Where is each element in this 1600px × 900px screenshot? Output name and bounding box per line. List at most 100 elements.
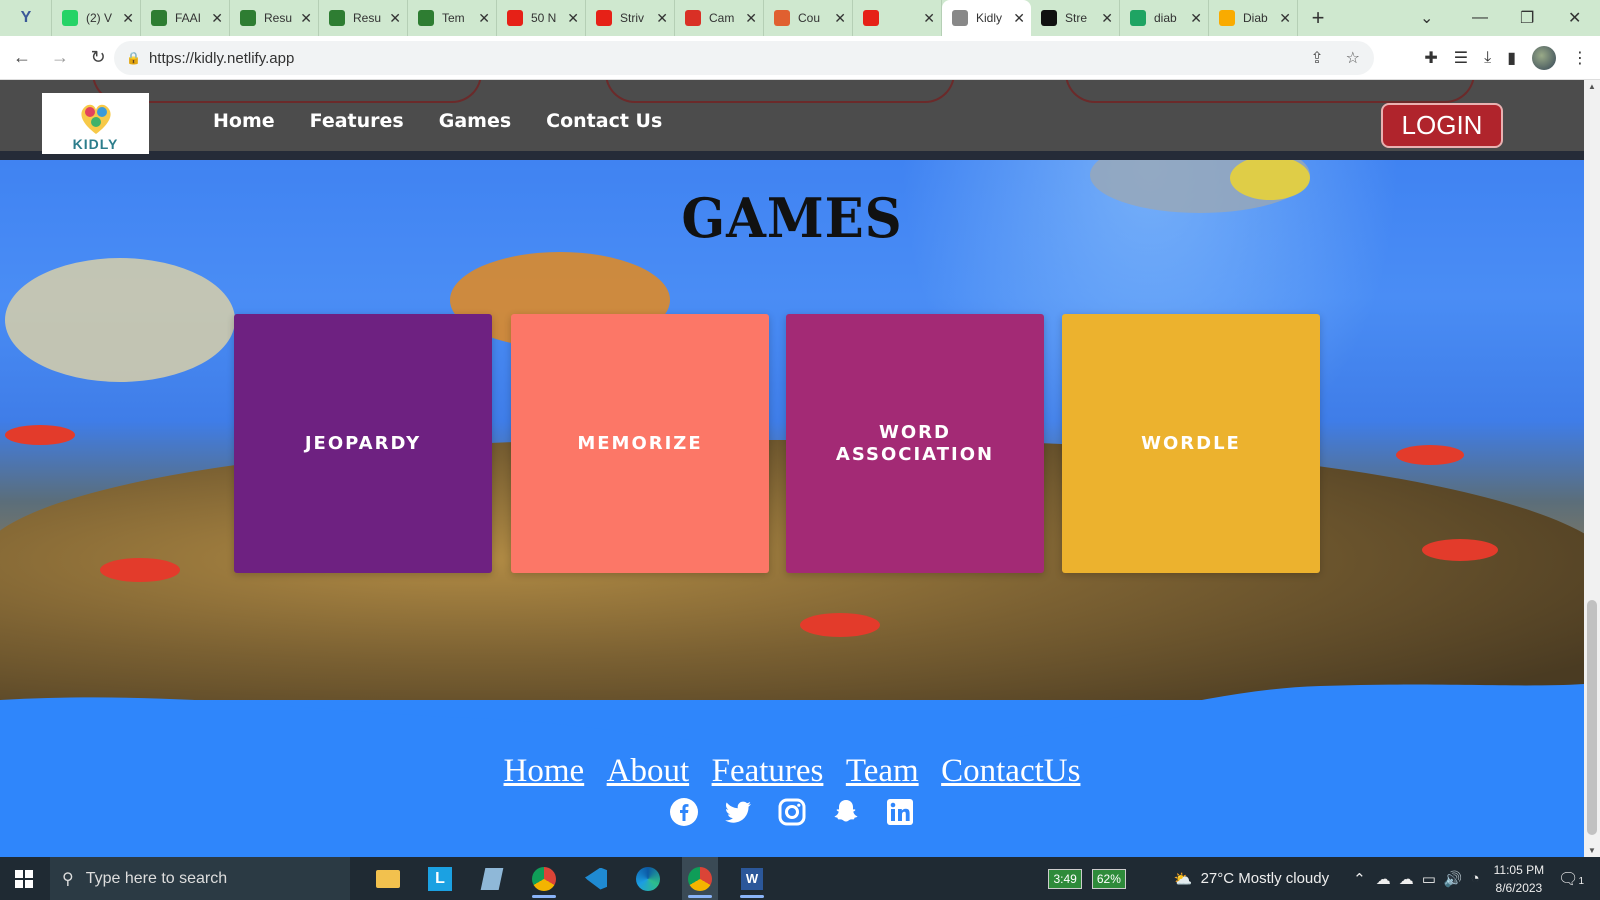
game-card-memorize[interactable]: MEMORIZE: [511, 314, 769, 573]
tab-0[interactable]: Y: [0, 0, 52, 36]
close-tab-icon[interactable]: ✕: [923, 11, 935, 25]
tab-9[interactable]: Cou ✕: [764, 0, 853, 36]
url-text[interactable]: https://kidly.netlify.app: [149, 50, 294, 67]
taskbar-clock[interactable]: 11:05 PM 8/6/2023: [1494, 861, 1544, 897]
tab-2[interactable]: FAAI ✕: [141, 0, 230, 36]
course-icon: [774, 10, 790, 26]
game-card-word-association[interactable]: WORD ASSOCIATION: [786, 314, 1044, 573]
twitter-icon[interactable]: [723, 797, 753, 827]
main-nav: Home Features Games Contact Us: [213, 110, 697, 132]
whatsapp-icon: [62, 10, 78, 26]
tab-12[interactable]: Stre ✕: [1031, 0, 1120, 36]
social-links: [0, 797, 1584, 827]
close-tab-icon[interactable]: ✕: [389, 11, 401, 25]
tab-11[interactable]: Kidly ✕: [942, 0, 1031, 36]
wifi-icon[interactable]: ◔: [1471, 870, 1480, 887]
footer-link-features[interactable]: Features: [712, 753, 824, 789]
profile-avatar[interactable]: [1532, 46, 1556, 70]
tab-14[interactable]: Diab ✕: [1209, 0, 1298, 36]
menu-icon[interactable]: ⋮: [1572, 48, 1588, 68]
weather-icon[interactable]: ⛅: [1174, 870, 1193, 888]
onedrive-icon[interactable]: ☁: [1376, 870, 1391, 888]
tray-chevron-icon[interactable]: ⌃: [1353, 870, 1366, 888]
edge-icon[interactable]: [630, 857, 666, 900]
download-icon[interactable]: ⤓: [1484, 49, 1491, 67]
close-tab-icon[interactable]: ✕: [122, 11, 134, 25]
footer-link-about[interactable]: About: [607, 753, 690, 789]
leaf-icon: [240, 10, 256, 26]
battery-icon[interactable]: ▭: [1422, 870, 1436, 888]
close-tab-icon[interactable]: ✕: [656, 11, 668, 25]
snapchat-icon[interactable]: [831, 797, 861, 827]
game-card-jeopardy[interactable]: JEOPARDY: [234, 314, 492, 573]
back-icon[interactable]: ←: [6, 47, 38, 68]
gmail-icon: [685, 10, 701, 26]
app-icon[interactable]: [474, 857, 510, 900]
chrome-icon-2[interactable]: [682, 857, 718, 900]
close-tab-icon[interactable]: ✕: [834, 11, 846, 25]
side-panel-icon[interactable]: ▮: [1507, 48, 1516, 68]
close-tab-icon[interactable]: ✕: [745, 11, 757, 25]
l-app-icon[interactable]: L: [422, 857, 458, 900]
instagram-icon[interactable]: [777, 797, 807, 827]
weather-text[interactable]: 27°C Mostly cloudy: [1201, 870, 1330, 887]
tab-1[interactable]: (2) V ✕: [52, 0, 141, 36]
tab-3[interactable]: Resu ✕: [230, 0, 319, 36]
close-tab-icon[interactable]: ✕: [211, 11, 223, 25]
colab-icon: [1219, 10, 1235, 26]
close-tab-icon[interactable]: ✕: [300, 11, 312, 25]
file-explorer-icon[interactable]: [370, 857, 406, 900]
volume-icon[interactable]: 🔊: [1444, 870, 1463, 888]
close-window-button[interactable]: ✕: [1568, 0, 1581, 36]
tab-13[interactable]: diab ✕: [1120, 0, 1209, 36]
close-tab-icon[interactable]: ✕: [1013, 11, 1025, 25]
close-tab-icon[interactable]: ✕: [1279, 11, 1291, 25]
footer-link-team[interactable]: Team: [846, 753, 919, 789]
minimize-button[interactable]: —: [1472, 0, 1488, 36]
omnibox[interactable]: 🔒 https://kidly.netlify.app ⇪ ☆: [114, 41, 1374, 75]
forward-icon[interactable]: →: [44, 47, 76, 68]
linkedin-icon[interactable]: [885, 797, 915, 827]
footer-link-contactus[interactable]: ContactUs: [941, 753, 1080, 789]
lock-icon[interactable]: 🔒: [126, 51, 141, 65]
vscode-icon[interactable]: [578, 857, 614, 900]
notifications-icon[interactable]: 🗨1: [1558, 869, 1584, 889]
taskbar-search[interactable]: ⚲ Type here to search: [50, 857, 350, 900]
login-button[interactable]: LOGIN: [1381, 103, 1503, 148]
tab-8[interactable]: Cam ✕: [675, 0, 764, 36]
tab-7[interactable]: Striv ✕: [586, 0, 675, 36]
footer-link-home[interactable]: Home: [504, 753, 585, 789]
close-tab-icon[interactable]: ✕: [567, 11, 579, 25]
page-scrollbar[interactable]: ▲ ▼: [1584, 80, 1600, 857]
extensions-icon[interactable]: ✚: [1424, 48, 1437, 68]
tab-10[interactable]: ✕: [853, 0, 942, 36]
tab-6[interactable]: 50 N ✕: [497, 0, 586, 36]
tab-search-icon[interactable]: ⌄: [1420, 0, 1433, 36]
tab-5[interactable]: Tem ✕: [408, 0, 497, 36]
bookmark-star-icon[interactable]: ☆: [1346, 48, 1360, 68]
kidly-logo[interactable]: KIDLY: [42, 93, 149, 154]
chrome-icon[interactable]: [526, 857, 562, 900]
share-icon[interactable]: ⇪: [1310, 48, 1323, 68]
word-icon[interactable]: W: [734, 857, 770, 900]
facebook-icon[interactable]: [669, 797, 699, 827]
tab-title: 50 N: [531, 11, 557, 25]
cloud-icon[interactable]: ☁: [1399, 870, 1414, 888]
reload-icon[interactable]: ↻: [82, 47, 114, 68]
nav-home[interactable]: Home: [213, 110, 275, 132]
start-button[interactable]: [0, 857, 48, 900]
nav-games[interactable]: Games: [439, 110, 511, 132]
tab-4[interactable]: Resu ✕: [319, 0, 408, 36]
wave-divider: [0, 684, 1584, 740]
new-tab-button[interactable]: +: [1298, 5, 1338, 31]
reading-list-icon[interactable]: ☰: [1454, 48, 1468, 68]
close-tab-icon[interactable]: ✕: [1190, 11, 1202, 25]
nav-contact-us[interactable]: Contact Us: [546, 110, 662, 132]
leaf-icon: [418, 10, 434, 26]
game-card-wordle[interactable]: WORDLE: [1062, 314, 1320, 573]
scrollbar-thumb[interactable]: [1587, 600, 1597, 835]
close-tab-icon[interactable]: ✕: [478, 11, 490, 25]
close-tab-icon[interactable]: ✕: [1101, 11, 1113, 25]
restore-button[interactable]: ❐: [1520, 0, 1534, 36]
nav-features[interactable]: Features: [310, 110, 404, 132]
